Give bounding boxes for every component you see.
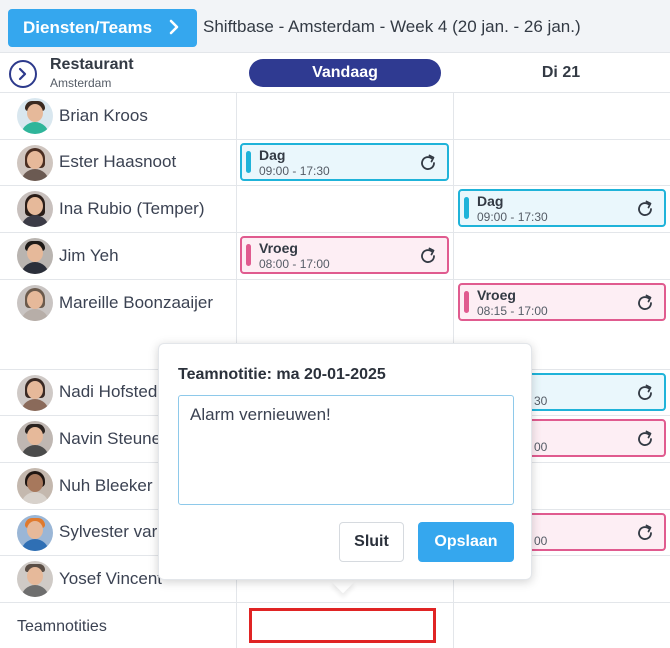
save-button[interactable]: Opslaan bbox=[418, 522, 514, 562]
today-column-header[interactable]: Vandaag bbox=[249, 59, 441, 87]
employee-name[interactable]: Jim Yeh bbox=[59, 246, 119, 266]
repeat-icon[interactable] bbox=[635, 429, 655, 449]
employee-row: Ina Rubio (Temper) Dag 09:00 - 17:30 bbox=[0, 186, 670, 233]
shift-time: 00 bbox=[534, 440, 548, 454]
shift-name: Dag bbox=[259, 147, 286, 163]
diensten-teams-button[interactable]: Diensten/Teams bbox=[8, 9, 197, 47]
employee-name[interactable]: Mareille Boonzaaijer bbox=[59, 293, 213, 313]
location-subtitle: Amsterdam bbox=[50, 76, 112, 90]
teamnote-cell-highlight[interactable] bbox=[249, 608, 436, 643]
shift-card[interactable]: Dag 09:00 - 17:30 bbox=[458, 189, 666, 227]
location-name: Restaurant bbox=[50, 56, 134, 73]
employee-name[interactable]: Yosef Vincent bbox=[59, 569, 162, 589]
shift-card[interactable]: Dag 09:00 - 17:30 bbox=[240, 143, 449, 181]
teamnote-textarea[interactable]: Alarm vernieuwen! bbox=[178, 395, 514, 505]
avatar bbox=[17, 285, 53, 321]
top-bar: Diensten/Teams Shiftbase - Amsterdam - W… bbox=[0, 0, 670, 53]
shift-time: 09:00 - 17:30 bbox=[259, 164, 330, 178]
shift-name: Vroeg bbox=[477, 287, 516, 303]
repeat-icon[interactable] bbox=[418, 246, 438, 266]
employee-name[interactable]: Brian Kroos bbox=[59, 106, 148, 126]
teamnotes-label: Teamnotities bbox=[17, 618, 107, 635]
repeat-icon[interactable] bbox=[635, 523, 655, 543]
shift-name: Vroeg bbox=[259, 240, 298, 256]
avatar bbox=[17, 375, 53, 411]
shift-time: 09:00 - 17:30 bbox=[477, 210, 548, 224]
avatar bbox=[17, 561, 53, 597]
avatar bbox=[17, 98, 53, 134]
repeat-icon[interactable] bbox=[418, 153, 438, 173]
expand-button[interactable] bbox=[9, 60, 37, 88]
employee-name[interactable]: Sylvester var bbox=[59, 522, 157, 542]
page-title: Shiftbase - Amsterdam - Week 4 (20 jan. … bbox=[203, 17, 581, 36]
popup-title: Teamnotitie: ma 20-01-2025 bbox=[178, 366, 386, 383]
employee-name[interactable]: Ina Rubio (Temper) bbox=[59, 199, 205, 219]
shift-time: 30 bbox=[534, 394, 548, 408]
chevron-right-icon bbox=[18, 67, 27, 81]
teamnote-popup: Teamnotitie: ma 20-01-2025 Alarm vernieu… bbox=[158, 343, 532, 580]
employee-name[interactable]: Nuh Bleeker bbox=[59, 476, 153, 496]
employee-name[interactable]: Ester Haasnoot bbox=[59, 152, 176, 172]
chevron-right-icon bbox=[169, 19, 179, 35]
avatar bbox=[17, 421, 53, 457]
repeat-icon[interactable] bbox=[635, 199, 655, 219]
shift-time: 08:00 - 17:00 bbox=[259, 257, 330, 271]
shift-time: 08:15 - 17:00 bbox=[477, 304, 548, 318]
employee-row: Brian Kroos bbox=[0, 93, 670, 140]
avatar bbox=[17, 515, 53, 551]
employee-row: Jim Yeh Vroeg 08:00 - 17:00 bbox=[0, 233, 670, 280]
close-button[interactable]: Sluit bbox=[339, 522, 404, 562]
avatar bbox=[17, 191, 53, 227]
avatar bbox=[17, 468, 53, 504]
employee-name[interactable]: Nadi Hofsted bbox=[59, 382, 157, 402]
employee-row: Ester Haasnoot Dag 09:00 - 17:30 bbox=[0, 140, 670, 186]
employee-name[interactable]: Navin Steune bbox=[59, 429, 161, 449]
day-column-header[interactable]: Di 21 bbox=[454, 59, 668, 87]
avatar bbox=[17, 145, 53, 181]
schedule-header: Restaurant Amsterdam Vandaag Di 21 bbox=[0, 53, 670, 93]
shift-time: 00 bbox=[534, 534, 548, 548]
repeat-icon[interactable] bbox=[635, 293, 655, 313]
diensten-teams-label: Diensten/Teams bbox=[23, 18, 153, 37]
shift-name: Dag bbox=[477, 193, 504, 209]
avatar bbox=[17, 238, 53, 274]
shift-card[interactable]: Vroeg 08:15 - 17:00 bbox=[458, 283, 666, 321]
shift-card[interactable]: Vroeg 08:00 - 17:00 bbox=[240, 236, 449, 274]
repeat-icon[interactable] bbox=[635, 383, 655, 403]
